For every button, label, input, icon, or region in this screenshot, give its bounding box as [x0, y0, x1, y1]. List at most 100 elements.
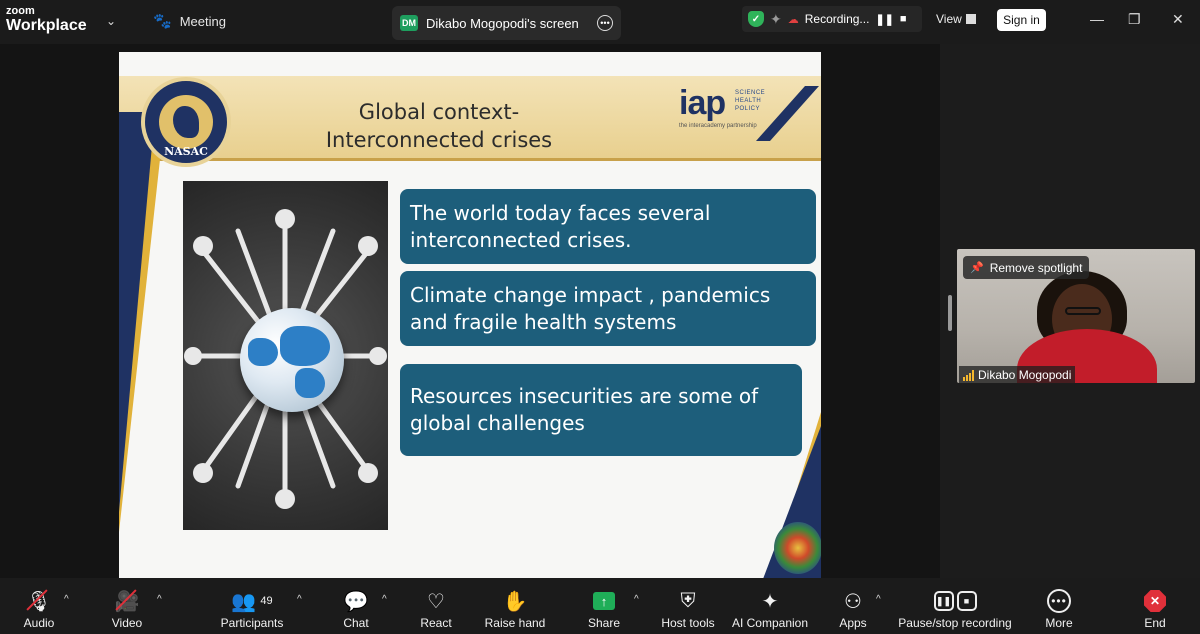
brand-bottom: Workplace	[6, 17, 87, 34]
chat-icon: 💬	[343, 590, 369, 613]
avatar: DM	[400, 15, 418, 31]
panel-resize-handle[interactable]	[948, 295, 952, 331]
pause-icon: ❚❚	[933, 591, 954, 611]
participant-name: Dikabo Mogopodi	[978, 368, 1072, 382]
remove-spotlight-button[interactable]: 📌 Remove spotlight	[963, 256, 1090, 279]
bullet-box-3: Resources insecurities are some of globa…	[400, 364, 802, 456]
video-person-glasses	[1065, 307, 1101, 315]
meeting-tab[interactable]: 🐾 Meeting	[153, 12, 226, 30]
pause-stop-recording-label: Pause/stop recording	[898, 616, 1012, 630]
emblem-icon	[774, 522, 821, 574]
end-label: End	[1144, 616, 1166, 630]
globe-land	[280, 326, 330, 366]
iap-logo: iap SCIENCE HEALTH POLICY the interacade…	[679, 86, 819, 141]
view-label: View	[936, 12, 962, 26]
more-label: More	[1045, 616, 1073, 630]
end-meeting-button[interactable]: ✕ End	[1140, 578, 1170, 634]
apps-options-chevron-icon[interactable]: ^	[876, 594, 881, 605]
participants-options-chevron-icon[interactable]: ^	[297, 594, 302, 605]
share-label: Share	[587, 616, 621, 630]
share-screen-icon: ↑	[593, 588, 615, 614]
share-button[interactable]: ↑ Share	[586, 578, 622, 634]
bullet-box-2: Climate change impact , pandemics and fr…	[400, 271, 816, 346]
chat-button[interactable]: 💬 Chat	[338, 578, 374, 634]
stop-recording-icon[interactable]: ■	[900, 13, 907, 25]
brand-top: zoom	[6, 5, 35, 17]
video-options-chevron-icon[interactable]: ^	[157, 594, 162, 605]
divider	[119, 158, 821, 161]
audio-options-chevron-icon[interactable]: ^	[64, 594, 69, 605]
recording-indicator: ✓ ✦ ☁ Recording... ❚❚ ■	[742, 6, 922, 32]
apps-icon: ⚇	[844, 590, 862, 613]
video-button[interactable]: 🎥 Video	[106, 578, 148, 634]
more-options-icon[interactable]: •••	[597, 15, 613, 31]
sign-in-button[interactable]: Sign in	[997, 9, 1046, 31]
africa-map-icon	[173, 106, 199, 138]
security-shield-icon[interactable]: ✓	[748, 11, 764, 27]
end-icon: ✕	[1144, 588, 1166, 614]
host-tools-button[interactable]: ⛨ Host tools	[658, 578, 718, 634]
react-button[interactable]: ♡ React	[416, 578, 456, 634]
presentation-slide: NASAC Global context-Interconnected cris…	[119, 52, 821, 579]
globe-icon	[240, 308, 344, 412]
ai-companion-label: AI Companion	[731, 616, 809, 630]
participant-count: 49	[260, 595, 273, 607]
bullet-box-1: The world today faces several interconne…	[400, 189, 816, 264]
minimize-icon[interactable]: —	[1090, 11, 1104, 27]
apps-button[interactable]: ⚇ Apps	[836, 578, 870, 634]
signal-strength-icon	[963, 369, 974, 381]
paw-icon: 🐾	[153, 13, 172, 30]
chevron-down-icon[interactable]: ⌄	[106, 14, 116, 28]
ai-companion-button[interactable]: ✦ AI Companion	[730, 578, 810, 634]
raise-hand-label: Raise hand	[484, 616, 546, 630]
remove-spotlight-label: Remove spotlight	[989, 260, 1083, 275]
recording-status: Recording...	[804, 12, 870, 26]
slide-title: Global context-Interconnected crises	[325, 100, 553, 152]
chat-options-chevron-icon[interactable]: ^	[382, 594, 387, 605]
participants-button[interactable]: 👥 49 Participants	[216, 578, 288, 634]
chat-label: Chat	[343, 616, 369, 630]
audio-label: Audio	[23, 616, 55, 630]
participants-icon: 👥 49	[231, 590, 273, 613]
title-bar: zoom Workplace ⌄ 🐾 Meeting DM Dikabo Mog…	[0, 0, 1200, 44]
pin-icon: 📌	[970, 262, 984, 274]
screen-share-tab[interactable]: DM Dikabo Mogopodi's screen •••	[392, 6, 621, 40]
share-options-chevron-icon[interactable]: ^	[634, 594, 639, 605]
pause-recording-icon[interactable]: ❚❚	[875, 13, 893, 26]
nasac-logo-text: NASAC	[164, 145, 208, 158]
pause-stop-recording-button[interactable]: ❚❚ ■ Pause/stop recording	[896, 578, 1014, 634]
meeting-label: Meeting	[179, 13, 226, 29]
nasac-logo: NASAC	[141, 77, 231, 167]
cloud-recording-icon: ☁	[787, 13, 799, 26]
hand-icon: ✋	[502, 590, 528, 613]
heart-icon: ♡	[427, 590, 445, 613]
shield-icon: ⛨	[680, 589, 696, 612]
zoom-workplace-logo: zoom Workplace	[6, 6, 87, 34]
apps-label: Apps	[839, 616, 867, 630]
raise-hand-button[interactable]: ✋ Raise hand	[484, 578, 546, 634]
ai-sparkle-icon[interactable]: ✦	[770, 11, 782, 28]
video-label: Video	[111, 616, 143, 630]
participant-name-tag: Dikabo Mogopodi	[959, 366, 1076, 384]
view-layout-icon	[965, 14, 976, 24]
more-icon: •••	[1047, 588, 1071, 614]
globe-land	[248, 338, 278, 366]
nasac-emblem	[159, 95, 213, 149]
more-button[interactable]: ••• More	[1042, 578, 1076, 634]
view-button[interactable]: View	[936, 12, 976, 26]
react-label: React	[420, 616, 452, 630]
screen-share-title: Dikabo Mogopodi's screen	[426, 15, 579, 31]
connected-people-globe-image	[183, 181, 388, 530]
camera-off-icon: 🎥	[114, 590, 140, 613]
recording-controls-icon: ❚❚ ■	[933, 588, 977, 614]
sparkle-icon: ✦	[761, 590, 779, 613]
meeting-toolbar: 🎙 Audio ^ 🎥 Video ^ 👥 49 Participants ^ 💬…	[0, 578, 1200, 634]
close-icon[interactable]: ✕	[1172, 11, 1184, 28]
stop-icon: ■	[956, 591, 977, 611]
host-tools-label: Host tools	[661, 616, 715, 630]
audio-button[interactable]: 🎙 Audio	[18, 578, 60, 634]
iap-tags: SCIENCE HEALTH POLICY	[735, 90, 766, 112]
globe-land	[295, 368, 325, 398]
participants-label: Participants	[220, 616, 284, 630]
restore-icon[interactable]: ❐	[1128, 11, 1141, 28]
